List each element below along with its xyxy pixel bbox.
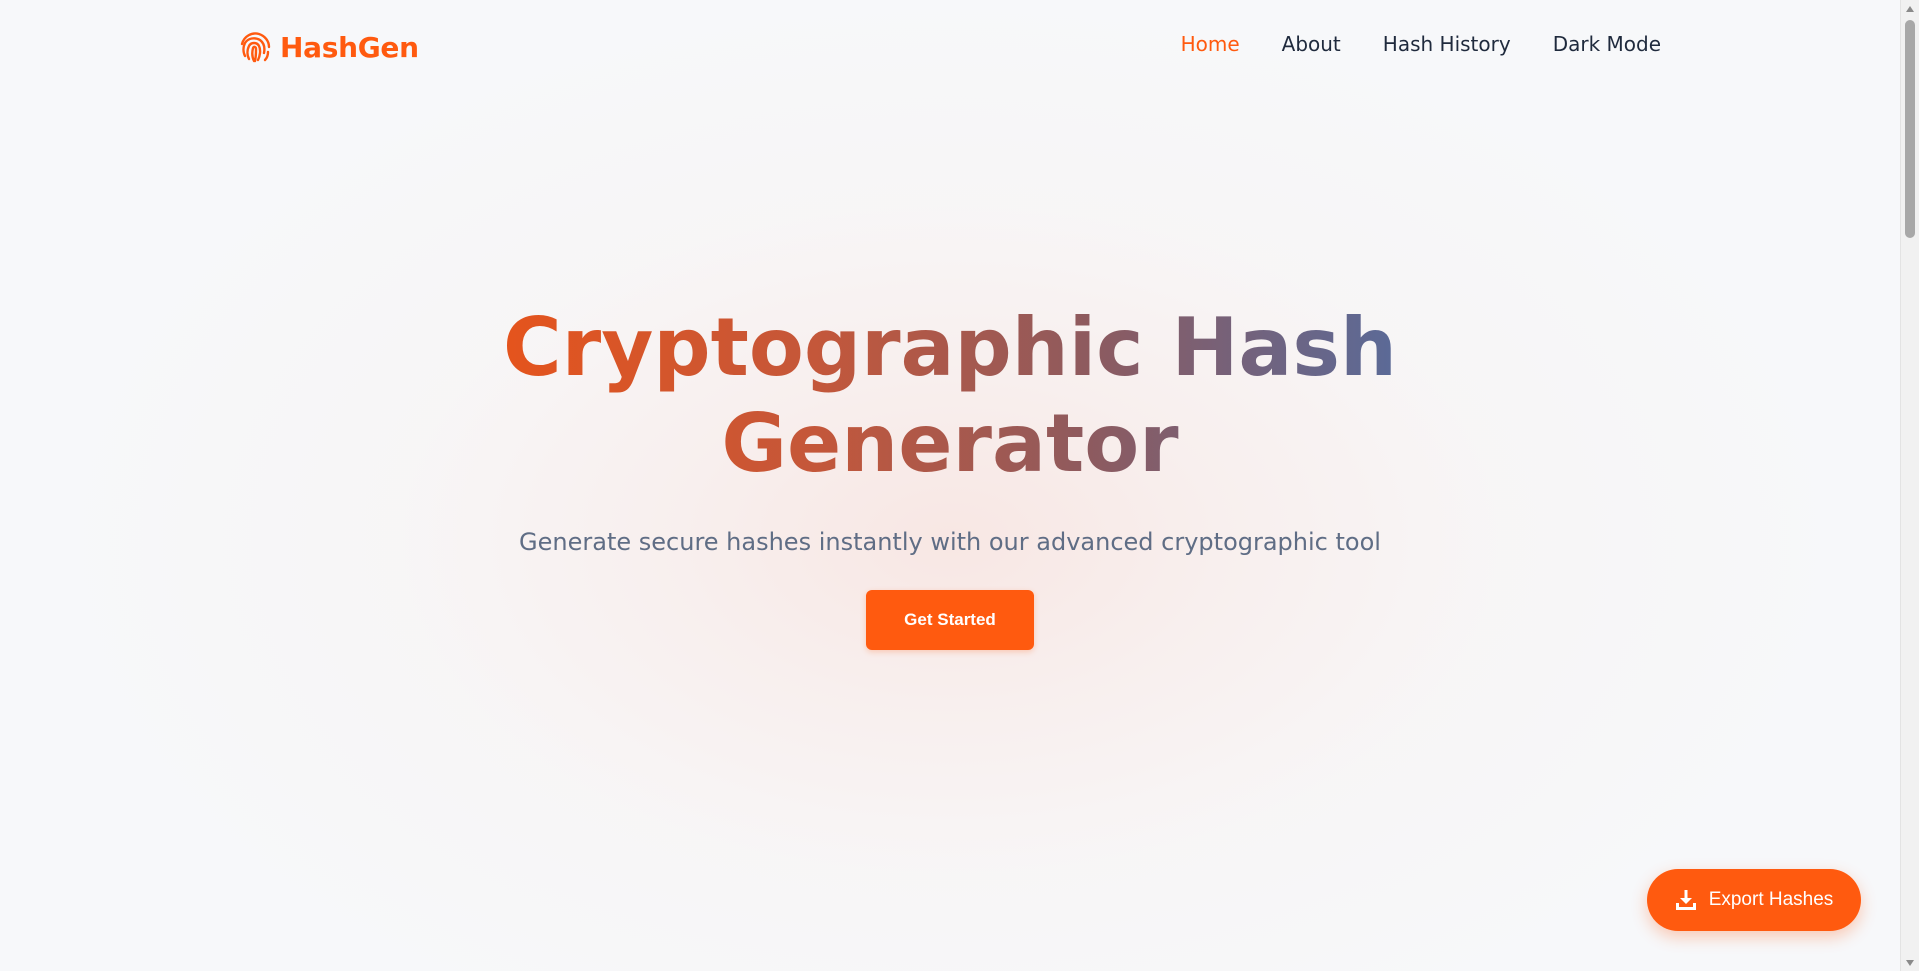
- nav-item-hash-history[interactable]: Hash History: [1383, 32, 1511, 56]
- nav-links: Home About Hash History Dark Mode: [1181, 32, 1661, 56]
- get-started-button[interactable]: Get Started: [866, 590, 1034, 650]
- download-icon: [1675, 889, 1697, 911]
- nav-item-dark-mode[interactable]: Dark Mode: [1553, 32, 1661, 56]
- export-hashes-button[interactable]: Export Hashes: [1647, 869, 1861, 931]
- hero-title-line-1: Cryptographic Hash: [503, 301, 1397, 394]
- fingerprint-icon: [238, 30, 272, 64]
- hero-title: Cryptographic Hash Generator: [500, 300, 1400, 492]
- hero-title-line-2: Generator: [721, 397, 1179, 490]
- navbar: HashGen Home About Hash History Dark Mod…: [0, 0, 1900, 94]
- hero-subtitle: Generate secure hashes instantly with ou…: [519, 528, 1381, 556]
- scroll-down-arrow-icon[interactable]: [1901, 954, 1919, 971]
- vertical-scrollbar[interactable]: [1900, 0, 1919, 971]
- scrollbar-thumb[interactable]: [1905, 20, 1915, 238]
- page-viewport: HashGen Home About Hash History Dark Mod…: [0, 0, 1900, 971]
- scroll-up-arrow-icon[interactable]: [1901, 0, 1919, 17]
- export-hashes-label: Export Hashes: [1708, 889, 1834, 910]
- hero-section: Cryptographic Hash Generator Generate se…: [0, 300, 1900, 650]
- brand-name: HashGen: [280, 30, 419, 64]
- nav-item-about[interactable]: About: [1282, 32, 1341, 56]
- nav-item-home[interactable]: Home: [1181, 32, 1240, 56]
- brand-logo-link[interactable]: HashGen: [238, 28, 419, 66]
